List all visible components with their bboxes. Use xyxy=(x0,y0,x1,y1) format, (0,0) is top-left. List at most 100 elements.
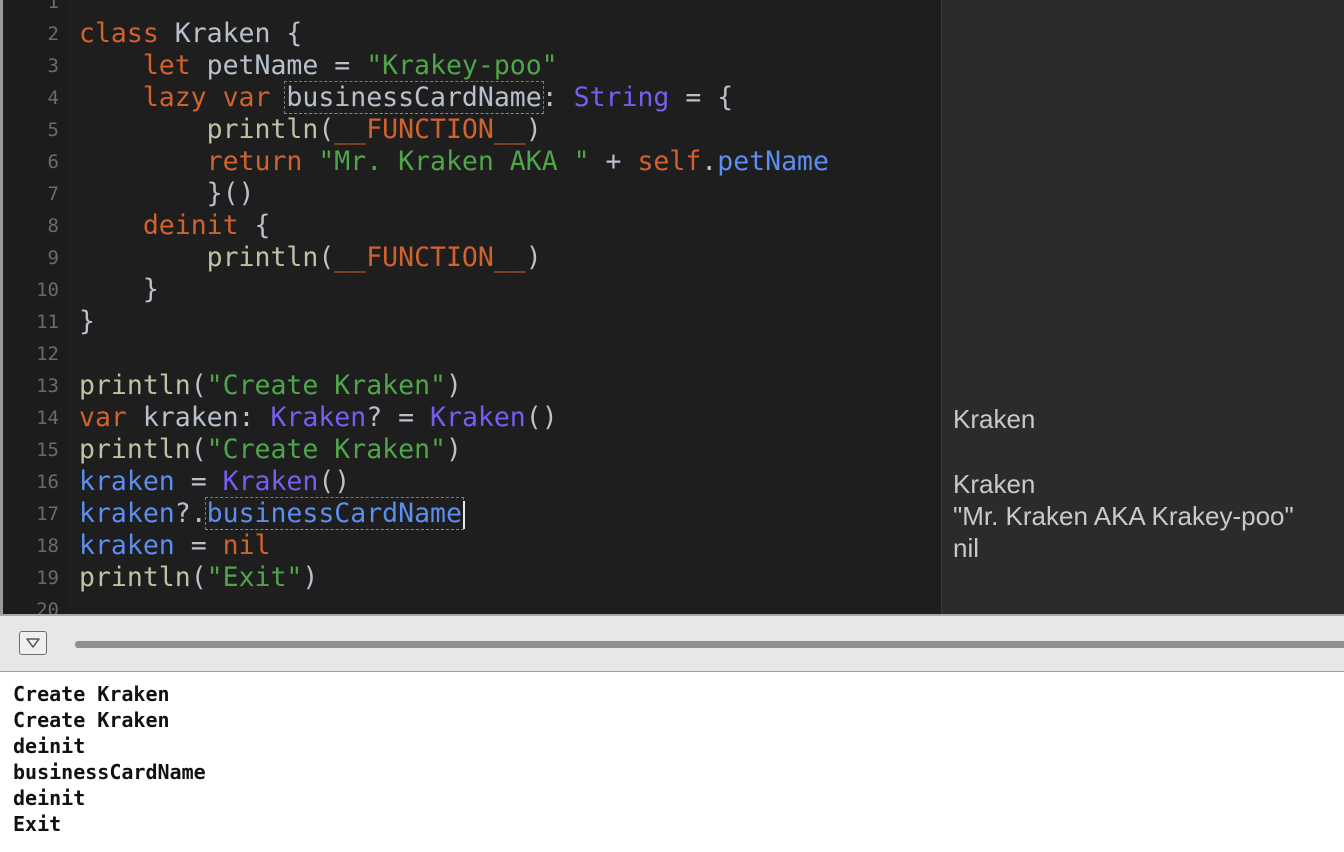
timeline-slider[interactable] xyxy=(75,641,1344,648)
keyword: var xyxy=(79,402,127,433)
macro-token: __FUNCTION__ xyxy=(334,114,526,145)
code-text: lazy var businessCardName: String = { xyxy=(79,81,734,114)
line-number: 12 xyxy=(36,343,59,365)
code-token: ?. xyxy=(174,498,207,529)
code-token: ( xyxy=(318,114,335,145)
code-editor[interactable]: 1 2 class Kraken { 3 let petName = "Krak… xyxy=(0,0,941,614)
code-text: kraken?.businessCardName xyxy=(79,497,465,530)
line-number: 6 xyxy=(47,151,59,173)
code-text: return "Mr. Kraken AKA " + self.petName xyxy=(79,146,829,178)
text-cursor xyxy=(462,500,465,529)
line-number: 4 xyxy=(47,87,59,109)
function-name: println xyxy=(79,370,191,401)
function-name: println xyxy=(206,242,319,273)
code-text: deinit { xyxy=(79,210,271,242)
console-toolbar xyxy=(0,614,1344,672)
code-token: ) xyxy=(445,370,462,401)
code-token: kraken: xyxy=(126,402,271,433)
code-token: () xyxy=(318,466,351,497)
code-text: println(__FUNCTION__) xyxy=(79,114,542,146)
code-token: : xyxy=(541,82,574,113)
code-text: let petName = "Krakey-poo" xyxy=(79,50,558,82)
keyword: lazy var xyxy=(79,82,271,113)
code-token: = { xyxy=(669,82,734,113)
string-literal: "Mr. Kraken AKA " xyxy=(318,146,590,177)
property-name: petName xyxy=(717,146,829,177)
type-name: Kraken xyxy=(430,402,526,433)
function-name: println xyxy=(79,562,191,593)
line-number: 19 xyxy=(36,567,59,589)
code-text: println("Create Kraken") xyxy=(79,434,462,466)
console-output: Create Kraken Create Kraken deinit busin… xyxy=(0,672,1344,852)
console-line: businessCardName xyxy=(13,760,206,784)
highlighted-token[interactable]: businessCardName xyxy=(284,81,544,114)
code-token: { xyxy=(238,210,271,241)
result-line-16[interactable]: Kraken xyxy=(953,468,1035,500)
line-number: 18 xyxy=(36,535,59,557)
code-text: } xyxy=(79,306,95,338)
console-toggle-button[interactable] xyxy=(19,631,47,655)
code-token: } xyxy=(79,274,159,305)
keyword: return xyxy=(206,146,303,177)
triangle-down-icon xyxy=(26,638,40,648)
code-token: ( xyxy=(190,562,207,593)
function-name: println xyxy=(206,114,319,145)
line-number: 17 xyxy=(36,503,59,525)
line-number: 11 xyxy=(36,311,59,333)
keyword: deinit xyxy=(142,210,239,241)
macro-token: __FUNCTION__ xyxy=(334,242,526,273)
code-text: println("Create Kraken") xyxy=(79,370,462,402)
string-literal: "Create Kraken" xyxy=(206,434,446,465)
code-token: } xyxy=(79,306,95,337)
line-number: 10 xyxy=(36,279,59,301)
type-name: Kraken xyxy=(222,466,319,497)
keyword: self xyxy=(637,146,702,177)
keyword: nil xyxy=(222,530,271,561)
string-literal: "Krakey-poo" xyxy=(366,50,558,81)
variable-name: kraken xyxy=(79,498,175,529)
line-number: 1 xyxy=(47,0,59,13)
code-token: . xyxy=(701,146,718,177)
code-token: ( xyxy=(318,242,335,273)
result-line-14[interactable]: Kraken xyxy=(953,403,1035,435)
code-token: }() xyxy=(79,178,255,209)
variable-name: kraken xyxy=(79,466,175,497)
code-token: = xyxy=(174,530,223,561)
code-text: class Kraken { xyxy=(79,18,302,50)
console-line: Create Kraken xyxy=(13,682,170,706)
line-number: 14 xyxy=(36,407,59,429)
console-line: Create Kraken xyxy=(13,708,170,732)
console-line: Exit xyxy=(13,812,62,836)
code-text: println(__FUNCTION__) xyxy=(79,242,542,274)
line-number: 9 xyxy=(47,247,59,269)
code-token: () xyxy=(525,402,558,433)
code-text: } xyxy=(79,274,159,306)
console-line: deinit xyxy=(13,734,86,758)
highlighted-token[interactable]: businessCardName xyxy=(204,497,464,530)
code-token: ) xyxy=(302,562,319,593)
console-line: deinit xyxy=(13,786,86,810)
result-line-18[interactable]: nil xyxy=(953,532,979,564)
line-number: 15 xyxy=(36,439,59,461)
type-name: String xyxy=(573,82,670,113)
code-token: Kraken { xyxy=(158,18,303,49)
code-token: ( xyxy=(190,434,207,465)
result-line-17[interactable]: "Mr. Kraken AKA Krakey-poo" xyxy=(953,500,1294,532)
code-text: kraken = Kraken() xyxy=(79,466,350,498)
line-number: 5 xyxy=(47,119,59,141)
keyword: let xyxy=(79,50,191,81)
line-number: 8 xyxy=(47,215,59,237)
code-token: ) xyxy=(525,242,542,273)
string-literal: "Create Kraken" xyxy=(206,370,446,401)
line-number: 20 xyxy=(36,599,59,614)
line-number: 7 xyxy=(47,183,59,205)
code-token: = xyxy=(174,466,223,497)
code-text: kraken = nil xyxy=(79,530,270,562)
line-number: 16 xyxy=(36,471,59,493)
code-text: println("Exit") xyxy=(79,562,318,594)
